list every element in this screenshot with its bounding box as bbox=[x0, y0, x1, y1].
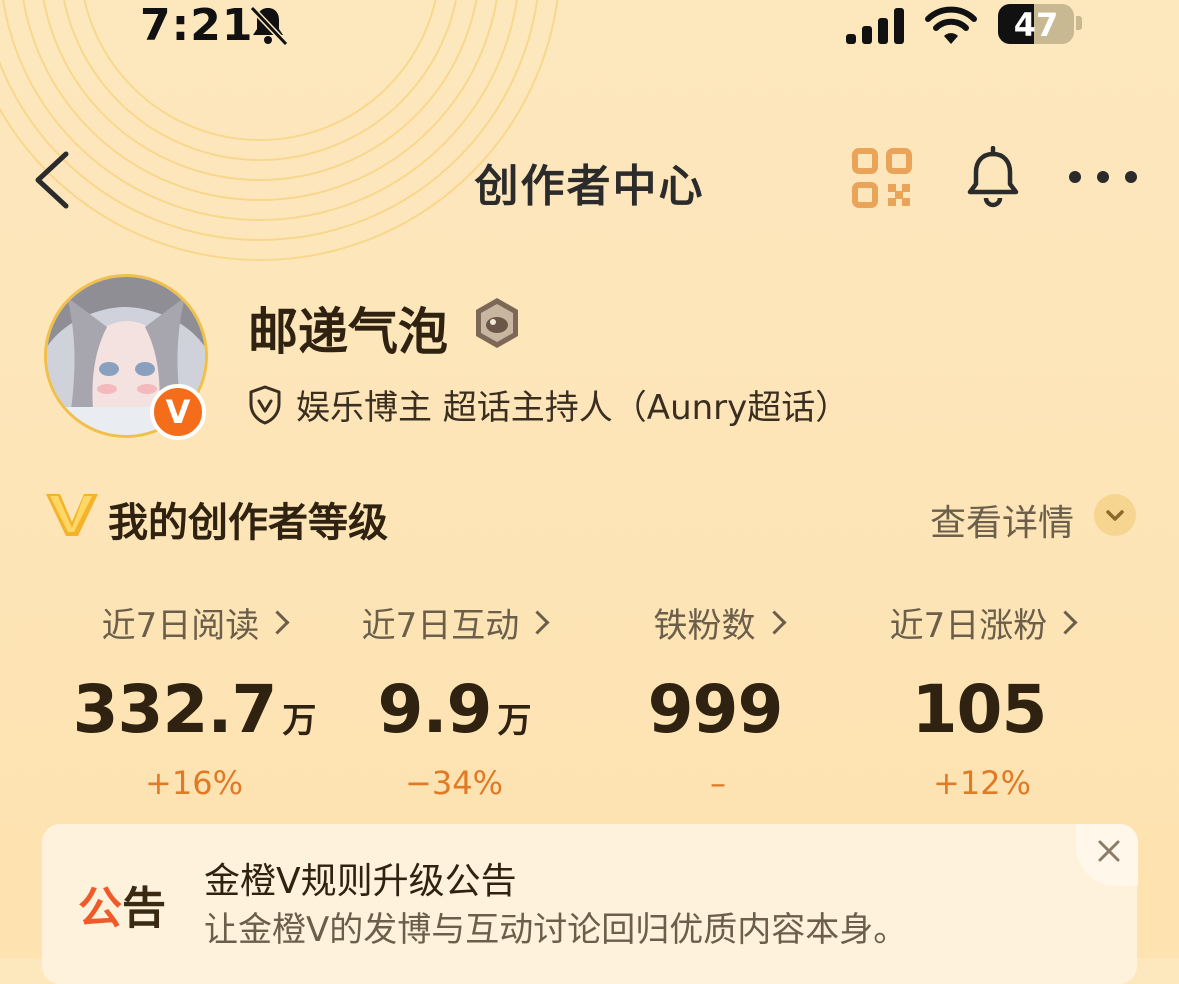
announcement-tag-part2: 告 bbox=[122, 883, 166, 934]
stat-value: 9.9 bbox=[377, 671, 493, 748]
announcement-tag: 公告 bbox=[78, 872, 166, 936]
stat-7day-interactions[interactable]: 近7日互动 9.9 万 −34% bbox=[314, 598, 594, 802]
qr-code-icon[interactable] bbox=[852, 148, 912, 208]
stat-change: – bbox=[710, 764, 726, 802]
stat-label: 近7日涨粉 bbox=[889, 606, 1048, 646]
close-icon bbox=[1098, 840, 1120, 862]
stat-change: −34% bbox=[405, 764, 503, 802]
announcement-card[interactable]: 公告 金橙V规则升级公告 让金橙V的发博与互动讨论回归优质内容本身。 bbox=[42, 824, 1138, 984]
stat-iron-fans[interactable]: 铁粉数 999 – bbox=[578, 598, 858, 802]
verified-v-badge: V bbox=[150, 384, 206, 440]
stat-label: 近7日互动 bbox=[361, 606, 520, 646]
battery-tip bbox=[1076, 16, 1082, 30]
announcement-title: 金橙V规则升级公告 bbox=[204, 861, 517, 902]
creator-level-title: 我的创作者等级 bbox=[108, 500, 388, 546]
stat-value: 332.7 bbox=[72, 671, 278, 748]
battery-level: 47 bbox=[1013, 6, 1059, 44]
stat-change: +12% bbox=[933, 764, 1031, 802]
stat-7day-new-fans[interactable]: 近7日涨粉 105 +12% bbox=[842, 598, 1122, 802]
view-details-link[interactable]: 查看详情 bbox=[930, 494, 1074, 546]
gold-v-icon bbox=[46, 494, 98, 536]
stat-value: 999 bbox=[647, 671, 784, 748]
stat-7day-reads[interactable]: 近7日阅读 332.7 万 +16% bbox=[54, 598, 334, 802]
wifi-icon bbox=[925, 6, 977, 44]
stat-unit: 万 bbox=[282, 701, 316, 741]
status-time: 7:21 bbox=[140, 0, 254, 51]
announcement-subtitle: 让金橙V的发博与互动讨论回归优质内容本身。 bbox=[204, 910, 908, 950]
chevron-right-icon bbox=[761, 610, 787, 635]
stat-unit: 万 bbox=[497, 701, 531, 741]
bell-icon[interactable] bbox=[964, 146, 1022, 208]
shield-icon bbox=[249, 385, 281, 425]
username[interactable]: 邮递气泡 bbox=[248, 292, 448, 364]
chevron-right-icon bbox=[525, 610, 550, 635]
battery-icon: 47 bbox=[998, 4, 1074, 44]
chevron-right-icon bbox=[1053, 610, 1078, 635]
profile-tag[interactable]: 娱乐博主 超话主持人（Aunry超话） bbox=[296, 380, 849, 429]
level-medal-icon[interactable] bbox=[472, 296, 522, 350]
chevron-right-icon bbox=[265, 610, 290, 635]
more-icon[interactable] bbox=[1066, 162, 1140, 192]
stat-label: 近7日阅读 bbox=[101, 606, 260, 646]
bell-slash-icon bbox=[249, 5, 289, 47]
stat-value: 105 bbox=[911, 671, 1048, 748]
signal-icon bbox=[846, 8, 904, 44]
stat-label: 铁粉数 bbox=[653, 606, 756, 646]
announcement-tag-part1: 公 bbox=[78, 883, 122, 934]
close-button[interactable] bbox=[1076, 824, 1138, 886]
stat-change: +16% bbox=[145, 764, 243, 802]
expand-chevron-icon[interactable] bbox=[1094, 494, 1136, 536]
